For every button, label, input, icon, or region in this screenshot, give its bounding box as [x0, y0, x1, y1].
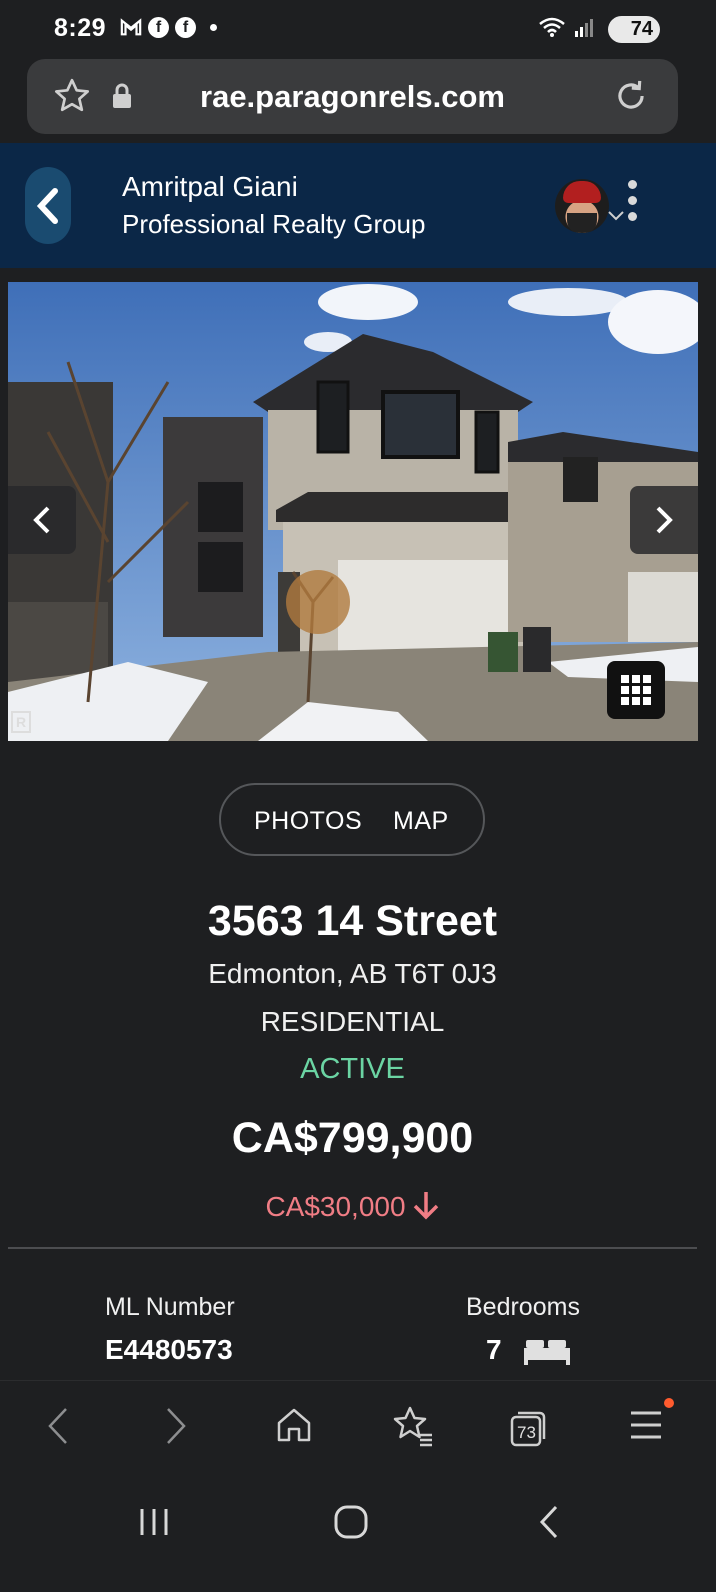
tab-count-label: 73 [517, 1423, 536, 1442]
facebook-icon: f [148, 16, 169, 38]
listing-city: Edmonton, AB T6T 0J3 [208, 958, 497, 989]
ml-number-label: ML Number [105, 1293, 235, 1321]
url-bar[interactable]: rae.paragonrels.com [27, 59, 678, 134]
tab-map[interactable]: MAP [393, 807, 449, 836]
listing-status: ACTIVE [300, 1053, 405, 1085]
browser-toolbar [0, 1380, 716, 1472]
home-icon[interactable] [274, 1405, 314, 1445]
status-bar: 8:29 f f 74 [0, 0, 716, 58]
home-nav-icon[interactable] [333, 1504, 369, 1540]
mls-watermark: R [11, 711, 31, 733]
android-nav-bar [0, 1472, 716, 1592]
photos-map-toggle: PHOTOS MAP [219, 783, 485, 856]
divider [8, 1247, 697, 1249]
notification-icons: f f [120, 16, 217, 38]
chevron-left-icon [33, 506, 50, 534]
listing-photo[interactable] [8, 282, 698, 741]
notification-dot [664, 1398, 674, 1408]
ml-number-value: E4480573 [105, 1334, 233, 1365]
back-nav-icon[interactable] [536, 1504, 562, 1540]
listing-address: 3563 14 Street [207, 897, 498, 945]
recent-apps-icon[interactable] [138, 1506, 170, 1538]
menu-icon[interactable] [629, 1405, 663, 1445]
browser-forward-icon[interactable] [162, 1405, 190, 1447]
price-change: CA$30,000 [0, 1190, 705, 1223]
dot-icon [210, 23, 217, 31]
status-time: 8:29 [54, 14, 107, 42]
agent-header: Amritpal Giani Professional Realty Group [0, 143, 716, 268]
agent-company: Professional Realty Group [122, 209, 426, 239]
tab-photos[interactable]: PHOTOS [254, 807, 362, 836]
browser-back-icon[interactable] [44, 1405, 72, 1447]
photo-grid-button[interactable] [607, 661, 665, 719]
chevron-down-icon[interactable] [607, 208, 625, 222]
grid-icon [621, 675, 651, 705]
more-options-icon[interactable] [628, 180, 640, 224]
prev-photo-button[interactable] [8, 486, 76, 554]
system-icons [538, 16, 594, 38]
arrow-down-icon [413, 1192, 438, 1220]
avatar[interactable] [555, 179, 609, 233]
bookmarks-icon[interactable] [390, 1405, 434, 1447]
gmail-icon [120, 18, 142, 36]
chevron-left-icon [36, 188, 58, 224]
bedrooms-value: 7 [486, 1334, 502, 1365]
url-text[interactable]: rae.paragonrels.com [27, 79, 678, 115]
bedrooms-label: Bedrooms [466, 1293, 580, 1321]
price-change-amount: CA$30,000 [265, 1191, 406, 1222]
listing-price: CA$799,900 [231, 1114, 474, 1162]
back-button[interactable] [25, 167, 71, 244]
reload-icon[interactable] [612, 77, 650, 115]
next-photo-button[interactable] [630, 486, 698, 554]
bed-icon [524, 1340, 570, 1365]
wifi-icon [539, 17, 565, 37]
agent-name: Amritpal Giani [122, 171, 298, 202]
listing-type: RESIDENTIAL [260, 1006, 445, 1037]
facebook-icon: f [175, 16, 196, 38]
tabs-button[interactable]: 73 [510, 1410, 546, 1447]
chevron-right-icon [656, 506, 673, 534]
signal-icon [575, 19, 593, 37]
battery-indicator: 74 [608, 16, 660, 43]
